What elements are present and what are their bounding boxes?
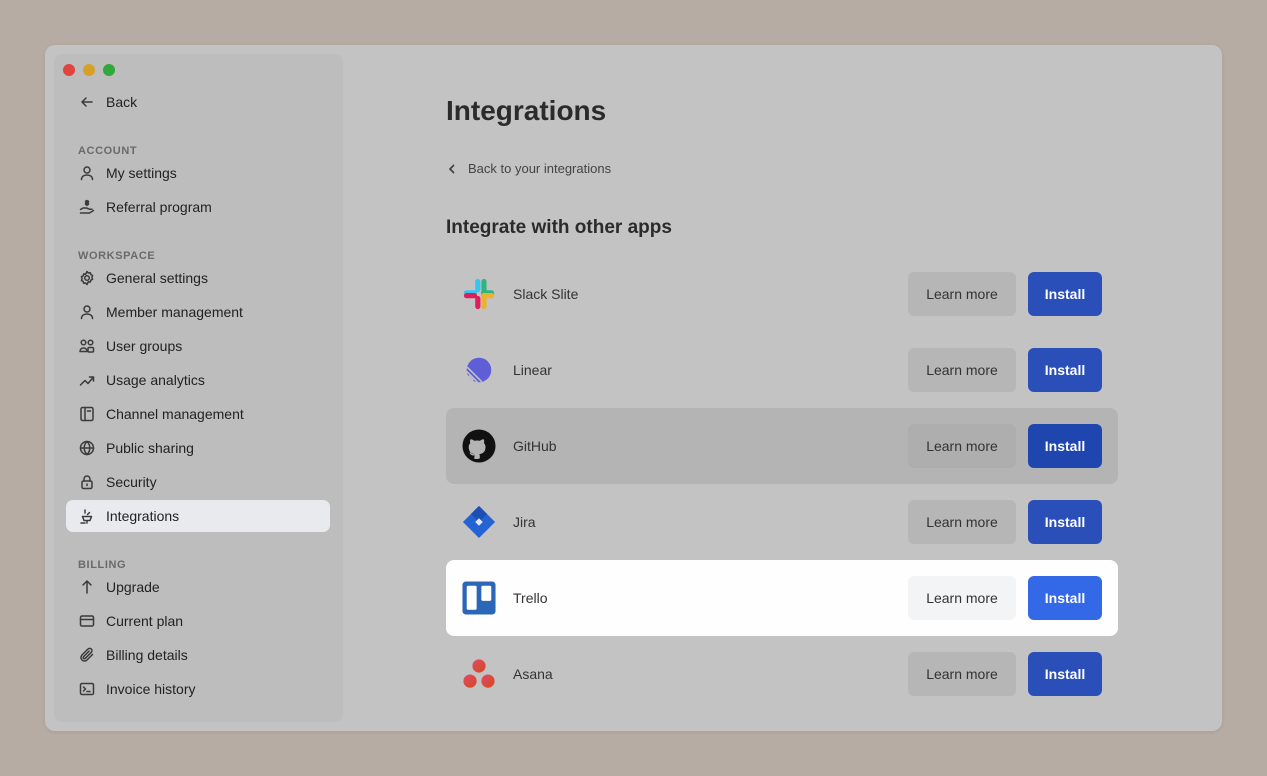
page-title: Integrations [446,95,607,126]
sidebar-item-label: Public sharing [106,440,194,456]
sidebar-item-label: Billing details [106,647,188,663]
user-icon [78,164,96,182]
install-button[interactable]: Install [1028,652,1102,696]
jira-icon [462,505,496,539]
integration-name: GitHub [513,438,557,454]
integration-row-jira: Jira Learn more Install [446,484,1118,560]
sidebar-item-label: Invoice history [106,681,196,697]
paperclip-icon [78,646,96,664]
receipt-icon [78,680,96,698]
sidebar-item-label: General settings [106,270,208,286]
trello-icon [462,581,496,615]
linear-icon [462,353,496,387]
integration-name: Asana [513,666,553,682]
section-title: Integrate with other apps [446,217,672,238]
section-label-account: ACCOUNT [78,145,138,157]
learn-more-button[interactable]: Learn more [908,272,1016,316]
install-button[interactable]: Install [1028,500,1102,544]
install-button[interactable]: Install [1028,348,1102,392]
sidebar-item-label: Upgrade [106,579,160,595]
gear-icon [78,269,96,287]
plug-icon [78,507,96,525]
sidebar-item-billing-details[interactable]: Billing details [66,639,330,671]
sidebar-item-upgrade[interactable]: Upgrade [66,571,330,603]
integration-row-slack: Slack Slite Learn more Install [446,256,1118,332]
section-label-workspace: WORKSPACE [78,250,156,262]
integration-name: Trello [513,590,548,606]
sidebar-item-public-sharing[interactable]: Public sharing [66,432,330,464]
integration-name: Linear [513,362,552,378]
learn-more-button[interactable]: Learn more [908,500,1016,544]
slack-icon [462,277,496,311]
main-content: Integrations Back to your integrations I… [343,45,1222,731]
sidebar-item-member-management[interactable]: Member management [66,296,330,328]
sidebar-item-referral-program[interactable]: Referral program [66,191,330,223]
sidebar-item-channel-management[interactable]: Channel management [66,398,330,430]
minimize-window-button[interactable] [83,64,95,76]
github-icon [462,429,496,463]
maximize-window-button[interactable] [103,64,115,76]
users-icon [78,337,96,355]
sidebar-item-usage-analytics[interactable]: Usage analytics [66,364,330,396]
lock-icon [78,473,96,491]
user-icon [78,303,96,321]
sidebar-item-general-settings[interactable]: General settings [66,262,330,294]
integration-row-linear: Linear Learn more Install [446,332,1118,408]
learn-more-button[interactable]: Learn more [908,576,1016,620]
sidebar-item-label: Member management [106,304,243,320]
trending-up-icon [78,371,96,389]
sidebar-item-label: Integrations [106,508,180,524]
hand-coin-icon [78,198,96,216]
sidebar-item-label: Referral program [106,199,212,215]
close-window-button[interactable] [63,64,75,76]
globe-icon [78,439,96,457]
sidebar-item-label: Security [106,474,157,490]
integration-name: Jira [513,514,536,530]
install-button[interactable]: Install [1028,272,1102,316]
install-button[interactable]: Install [1028,424,1102,468]
integration-row-trello: Trello Learn more Install [446,560,1118,636]
back-link-label: Back to your integrations [468,161,612,176]
sidebar: Back ACCOUNT My settings Referral progra… [54,54,343,722]
sidebar-item-user-groups[interactable]: User groups [66,330,330,362]
integration-name: Slack Slite [513,286,579,302]
section-label-billing: BILLING [78,559,127,571]
integration-row-github: GitHub Learn more Install [446,408,1118,484]
sidebar-item-label: Channel management [106,406,244,422]
back-button[interactable]: Back [66,86,330,118]
asana-icon [462,657,496,691]
chevron-left-icon [449,164,455,173]
sidebar-item-integrations[interactable]: Integrations [66,500,330,532]
window-controls [63,64,115,76]
arrow-up-icon [78,578,96,596]
credit-card-icon [78,612,96,630]
channel-icon [78,405,96,423]
sidebar-item-security[interactable]: Security [66,466,330,498]
sidebar-item-label: Current plan [106,613,184,629]
sidebar-item-label: Usage analytics [106,372,205,388]
back-label: Back [106,94,138,110]
learn-more-button[interactable]: Learn more [908,424,1016,468]
sidebar-item-invoice-history[interactable]: Invoice history [66,673,330,705]
sidebar-item-current-plan[interactable]: Current plan [66,605,330,637]
back-to-integrations-link[interactable]: Back to your integrations [446,161,611,176]
app-window: Back ACCOUNT My settings Referral progra… [45,45,1222,731]
learn-more-button[interactable]: Learn more [908,652,1016,696]
arrow-left-icon [78,93,96,111]
install-button[interactable]: Install [1028,576,1102,620]
sidebar-item-my-settings[interactable]: My settings [66,157,330,189]
integration-row-asana: Asana Learn more Install [446,636,1118,712]
sidebar-item-label: User groups [106,338,183,354]
sidebar-item-label: My settings [106,165,177,181]
learn-more-button[interactable]: Learn more [908,348,1016,392]
